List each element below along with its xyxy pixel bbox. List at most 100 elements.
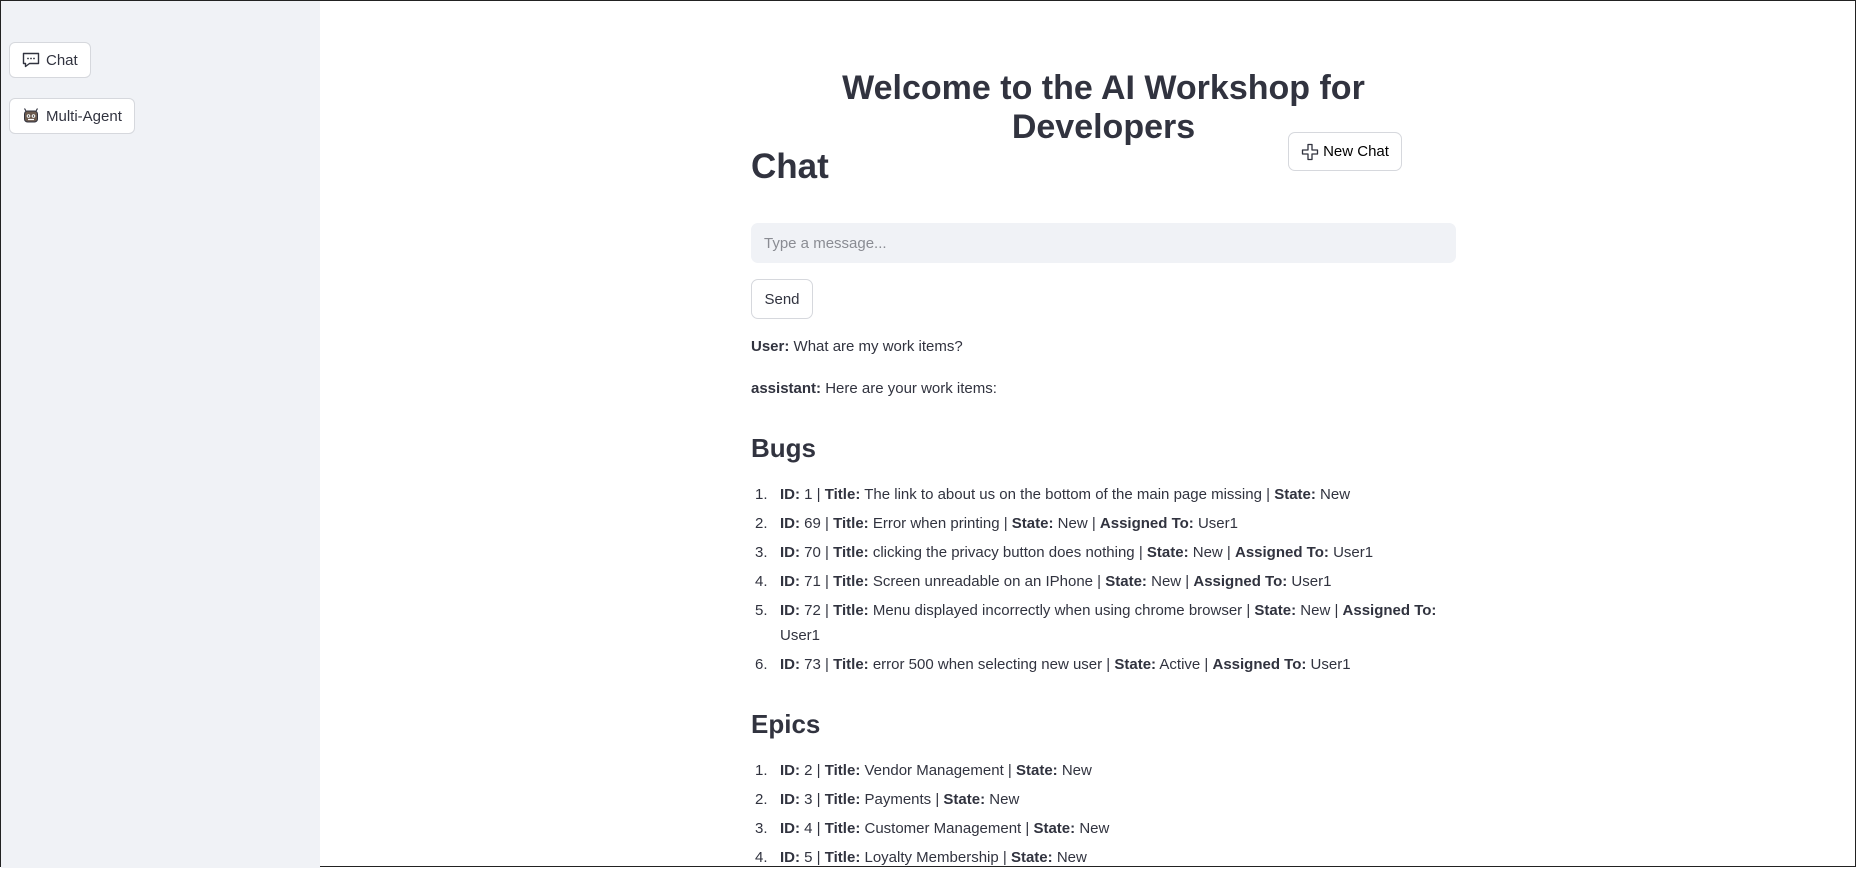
state-label: State: — [1105, 573, 1147, 590]
title-label: Title: — [833, 602, 869, 619]
robot-face-icon — [22, 107, 40, 125]
user-message: User: What are my work items? — [751, 338, 963, 355]
state-label: State: — [1146, 544, 1189, 561]
epics-list: 1. ID: 2 | Title: Vendor Management | St… — [751, 758, 1456, 874]
item-id: 72 — [804, 602, 821, 619]
title-label: Title: — [824, 762, 861, 779]
item-state: New — [1300, 602, 1331, 619]
list-number: 4. — [755, 573, 768, 590]
state-label: State: — [1033, 820, 1076, 837]
sidebar-item-label: Chat — [46, 51, 78, 69]
state-label: State: — [1011, 515, 1054, 532]
plus-icon — [1301, 143, 1319, 161]
item-id: 3 — [804, 791, 813, 808]
assigned-label: Assigned To: — [1099, 515, 1194, 532]
new-chat-button[interactable]: New Chat — [1288, 132, 1402, 171]
state-label: State: — [943, 791, 986, 808]
list-number: 1. — [755, 762, 768, 779]
item-title: Screen unreadable on an IPhone — [872, 573, 1094, 590]
item-state: New — [1079, 820, 1110, 837]
id-label: ID: — [780, 656, 800, 673]
assigned-label: Assigned To: — [1193, 573, 1288, 590]
list-number: 2. — [755, 515, 768, 532]
item-state: Active — [1159, 656, 1201, 673]
assigned-label: Assigned To: — [1235, 544, 1329, 561]
item-state: New — [1061, 762, 1092, 779]
title-label: Title: — [833, 656, 869, 673]
user-role-label: User: — [751, 338, 790, 355]
send-button[interactable]: Send — [751, 279, 813, 319]
title-label: Title: — [824, 849, 861, 866]
list-item: 1. ID: 2 | Title: Vendor Management | St… — [751, 758, 1456, 783]
sidebar-item-multi-agent[interactable]: Multi-Agent — [9, 98, 135, 134]
item-id: 1 — [804, 486, 813, 503]
id-label: ID: — [780, 573, 800, 590]
item-id: 73 — [804, 656, 821, 673]
item-title: Menu displayed incorrectly when using ch… — [872, 602, 1243, 619]
item-state: New — [989, 791, 1020, 808]
assistant-message: assistant: Here are your work items: — [751, 380, 997, 397]
id-label: ID: — [780, 486, 800, 503]
list-number: 4. — [755, 849, 768, 866]
list-number: 3. — [755, 544, 768, 561]
item-assigned: User1 — [1333, 544, 1374, 561]
bugs-heading: Bugs — [751, 433, 816, 463]
item-id: 5 — [804, 849, 813, 866]
assistant-message-text: Here are your work items: — [825, 380, 997, 397]
item-title: clicking the privacy button does nothing — [872, 544, 1135, 561]
list-number: 6. — [755, 656, 768, 673]
title-label: Title: — [824, 791, 861, 808]
title-label: Title: — [824, 820, 861, 837]
new-chat-label: New Chat — [1323, 143, 1389, 160]
list-item: 5. ID: 72 | Title: Menu displayed incorr… — [751, 598, 1456, 648]
id-label: ID: — [780, 515, 800, 532]
list-number: 1. — [755, 486, 768, 503]
list-item: 6. ID: 73 | Title: error 500 when select… — [751, 652, 1456, 677]
item-state: New — [1320, 486, 1351, 503]
title-label: Title: — [833, 573, 869, 590]
item-state: New — [1192, 544, 1223, 561]
sidebar: Chat Multi-Agent — [1, 1, 320, 868]
list-item: 4. ID: 71 | Title: Screen unreadable on … — [751, 569, 1456, 594]
message-input[interactable] — [751, 223, 1456, 263]
item-assigned: User1 — [1310, 656, 1351, 673]
item-title: Customer Management — [864, 820, 1022, 837]
item-title: error 500 when selecting new user — [872, 656, 1103, 673]
item-state: New — [1151, 573, 1182, 590]
state-label: State: — [1010, 849, 1053, 866]
id-label: ID: — [780, 762, 800, 779]
list-number: 3. — [755, 820, 768, 837]
list-item: 1. ID: 1 | Title: The link to about us o… — [751, 482, 1456, 507]
list-number: 2. — [755, 791, 768, 808]
assistant-role-label: assistant: — [751, 380, 822, 397]
bugs-list: 1. ID: 1 | Title: The link to about us o… — [751, 482, 1456, 681]
assigned-label: Assigned To: — [1212, 656, 1307, 673]
list-item: 4. ID: 5 | Title: Loyalty Membership | S… — [751, 845, 1456, 870]
item-id: 4 — [804, 820, 813, 837]
list-number: 5. — [755, 602, 768, 619]
item-assigned: User1 — [1291, 573, 1332, 590]
list-item: 3. ID: 70 | Title: clicking the privacy … — [751, 540, 1456, 565]
id-label: ID: — [780, 544, 800, 561]
state-label: State: — [1015, 762, 1058, 779]
title-label: Title: — [833, 515, 869, 532]
title-label: Title: — [824, 486, 861, 503]
item-id: 69 — [804, 515, 821, 532]
title-label: Title: — [833, 544, 869, 561]
item-title: Loyalty Membership — [864, 849, 999, 866]
speech-bubble-icon — [22, 51, 40, 69]
item-id: 2 — [804, 762, 813, 779]
item-id: 70 — [804, 544, 821, 561]
user-message-text: What are my work items? — [793, 338, 963, 355]
id-label: ID: — [780, 791, 800, 808]
epics-heading: Epics — [751, 709, 821, 739]
id-label: ID: — [780, 602, 800, 619]
state-label: State: — [1254, 602, 1297, 619]
list-item: 2. ID: 69 | Title: Error when printing |… — [751, 511, 1456, 536]
chat-heading: Chat — [751, 147, 829, 186]
id-label: ID: — [780, 820, 800, 837]
sidebar-item-label: Multi-Agent — [46, 107, 122, 125]
item-assigned: User1 — [1197, 515, 1238, 532]
sidebar-item-chat[interactable]: Chat — [9, 42, 91, 78]
item-title: The link to about us on the bottom of th… — [864, 486, 1262, 503]
